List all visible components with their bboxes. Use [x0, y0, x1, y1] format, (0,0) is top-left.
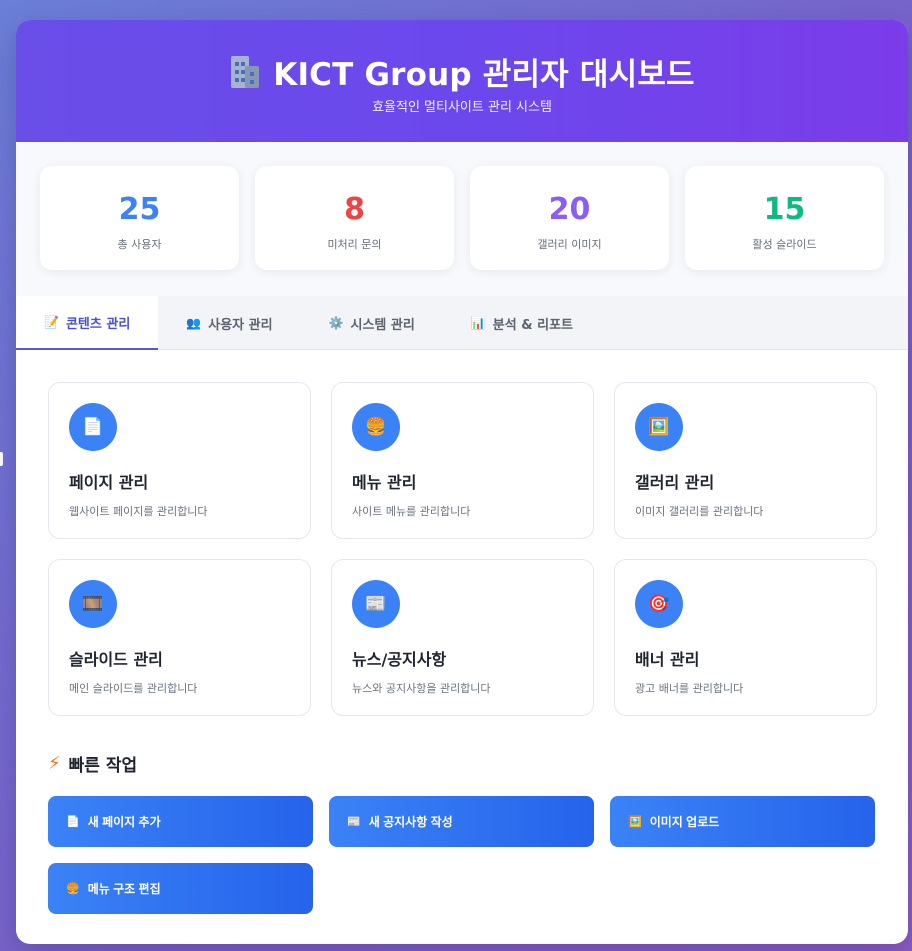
- tab-users[interactable]: 👥 사용자 관리: [158, 296, 300, 350]
- office-building-icon: [229, 54, 260, 88]
- card-title: 페이지 관리: [69, 473, 149, 492]
- edit-menu-structure-button[interactable]: 🍔 메뉴 구조 편집: [48, 863, 313, 914]
- page-title-row: KICT Group 관리자 대시보드: [16, 20, 908, 93]
- card-title: 배너 관리: [635, 650, 700, 669]
- card-description: 메인 슬라이드를 관리합니다: [69, 682, 198, 695]
- picture-icon: 🖼️: [635, 403, 683, 451]
- content-panel: 📄 페이지 관리 웹사이트 페이지를 관리합니다 🍔 메뉴 관리 사이트 메뉴를…: [16, 350, 908, 914]
- card-title: 메뉴 관리: [352, 473, 417, 492]
- tab-label: 콘텐츠 관리: [65, 316, 131, 332]
- button-label: 새 페이지 추가: [87, 815, 161, 829]
- lightning-icon: ⚡: [48, 752, 61, 774]
- card-title: 슬라이드 관리: [69, 650, 163, 669]
- card-description: 뉴스와 공지사항을 관리합니다: [352, 682, 491, 695]
- stats-row: 25 총 사용자 8 미처리 문의 20 갤러리 이미지 15 활성 슬라이드: [16, 142, 908, 296]
- tab-bar: 📝 콘텐츠 관리 👥 사용자 관리 ⚙️ 시스템 관리 📊 분석 & 리포트: [16, 296, 908, 350]
- card-slide-management[interactable]: 🎞️ 슬라이드 관리 메인 슬라이드를 관리합니다: [48, 559, 311, 716]
- quick-actions-title: 빠른 작업: [68, 755, 138, 776]
- upload-image-button[interactable]: 🖼️ 이미지 업로드: [610, 796, 875, 847]
- button-label: 메뉴 구조 편집: [87, 882, 161, 896]
- film-icon: 🎞️: [69, 580, 117, 628]
- stat-value: 25: [118, 192, 161, 227]
- page-header: KICT Group 관리자 대시보드 효율적인 멀티사이트 관리 시스템: [16, 20, 908, 142]
- tab-label: 분석 & 리포트: [492, 317, 573, 333]
- page-subtitle: 효율적인 멀티사이트 관리 시스템: [372, 100, 552, 115]
- stat-value: 20: [548, 192, 591, 227]
- stat-value: 15: [763, 192, 806, 227]
- card-news-management[interactable]: 📰 뉴스/공지사항 뉴스와 공지사항을 관리합니다: [331, 559, 594, 716]
- page-icon: 📄: [66, 816, 80, 828]
- newspaper-icon: 📰: [352, 580, 400, 628]
- card-menu-management[interactable]: 🍔 메뉴 관리 사이트 메뉴를 관리합니다: [331, 382, 594, 539]
- hamburger-icon: 🍔: [66, 883, 80, 895]
- card-page-management[interactable]: 📄 페이지 관리 웹사이트 페이지를 관리합니다: [48, 382, 311, 539]
- stat-card-slides: 15 활성 슬라이드: [685, 166, 884, 270]
- add-page-button[interactable]: 📄 새 페이지 추가: [48, 796, 313, 847]
- dashboard-container: KICT Group 관리자 대시보드 효율적인 멀티사이트 관리 시스템 25…: [16, 20, 908, 944]
- memo-icon: 📝: [44, 315, 59, 329]
- page-icon: 📄: [69, 403, 117, 451]
- stat-value: 8: [344, 192, 365, 227]
- stat-card-inquiries: 8 미처리 문의: [255, 166, 454, 270]
- card-description: 광고 배너를 관리합니다: [635, 682, 744, 695]
- write-notice-button[interactable]: 📰 새 공지사항 작성: [329, 796, 594, 847]
- stat-label: 갤러리 이미지: [537, 238, 602, 251]
- stat-label: 활성 슬라이드: [752, 238, 817, 251]
- window-edge-handle: [0, 452, 3, 466]
- stat-label: 총 사용자: [117, 238, 162, 251]
- tab-label: 시스템 관리: [350, 317, 415, 333]
- stat-card-gallery: 20 갤러리 이미지: [470, 166, 669, 270]
- quick-actions-grid: 📄 새 페이지 추가 📰 새 공지사항 작성 🖼️ 이미지 업로드 🍔 메뉴 구…: [48, 796, 876, 914]
- gear-icon: ⚙️: [328, 316, 344, 330]
- button-label: 새 공지사항 작성: [368, 815, 453, 829]
- card-description: 사이트 메뉴를 관리합니다: [352, 505, 471, 518]
- stat-card-users: 25 총 사용자: [40, 166, 239, 270]
- users-icon: 👥: [186, 316, 202, 330]
- hamburger-icon: 🍔: [352, 403, 400, 451]
- card-gallery-management[interactable]: 🖼️ 갤러리 관리 이미지 갤러리를 관리합니다: [614, 382, 877, 539]
- tab-label: 사용자 관리: [208, 317, 273, 333]
- picture-icon: 🖼️: [628, 816, 642, 828]
- stat-label: 미처리 문의: [327, 238, 382, 251]
- tab-content[interactable]: 📝 콘텐츠 관리: [16, 296, 159, 350]
- tab-analytics[interactable]: 📊 분석 & 리포트: [443, 296, 601, 350]
- card-title: 갤러리 관리: [635, 473, 715, 492]
- tab-system[interactable]: ⚙️ 시스템 관리: [301, 296, 443, 350]
- chart-icon: 📊: [470, 316, 486, 330]
- card-banner-management[interactable]: 🎯 배너 관리 광고 배너를 관리합니다: [614, 559, 877, 716]
- card-description: 이미지 갤러리를 관리합니다: [635, 505, 764, 518]
- target-icon: 🎯: [635, 580, 683, 628]
- card-description: 웹사이트 페이지를 관리합니다: [69, 505, 208, 518]
- button-label: 이미지 업로드: [649, 815, 720, 829]
- management-grid: 📄 페이지 관리 웹사이트 페이지를 관리합니다 🍔 메뉴 관리 사이트 메뉴를…: [48, 382, 877, 716]
- newspaper-icon: 📰: [347, 816, 361, 828]
- quick-actions-heading: ⚡ 빠른 작업: [48, 750, 876, 776]
- page-title: KICT Group 관리자 대시보드: [273, 56, 695, 93]
- card-title: 뉴스/공지사항: [352, 650, 447, 669]
